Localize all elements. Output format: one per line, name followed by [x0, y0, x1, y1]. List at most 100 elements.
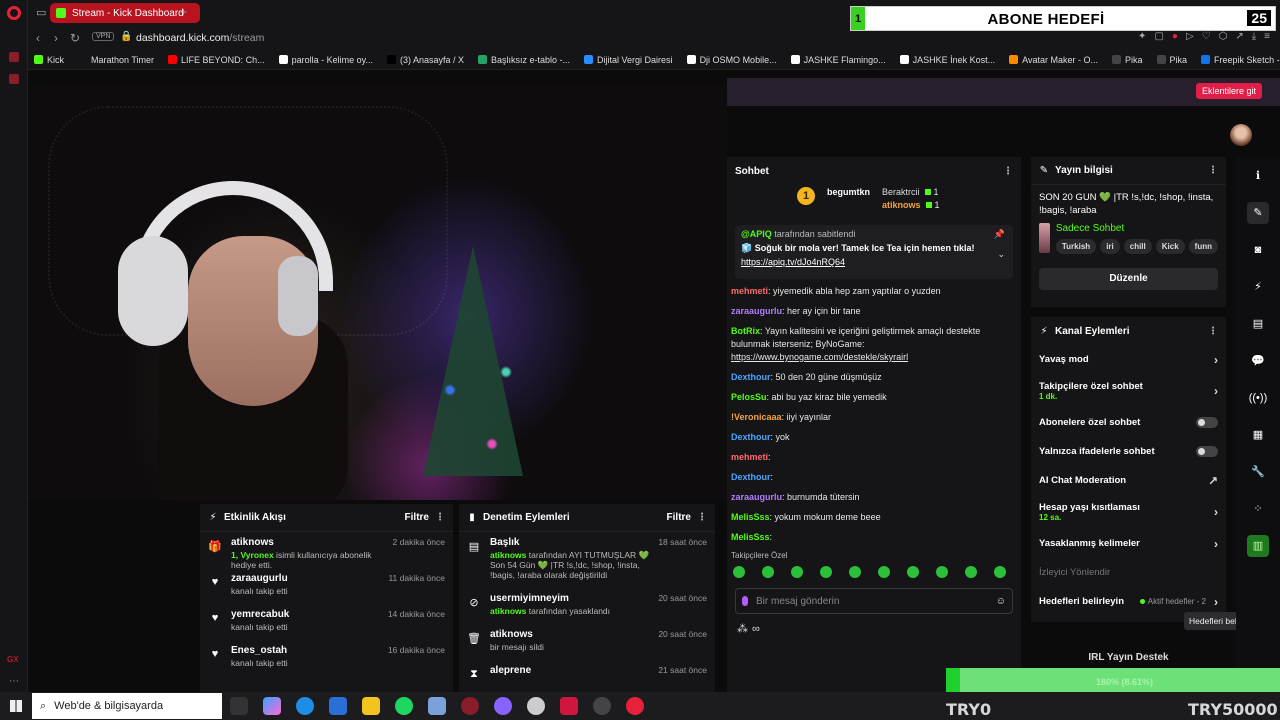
copilot-icon[interactable] [263, 697, 281, 715]
tag-chip[interactable]: Turkish [1055, 239, 1097, 254]
app-icon[interactable] [626, 697, 644, 715]
chat-username[interactable]: Dexthour [731, 432, 771, 442]
download-icon[interactable]: ⤓ [1252, 31, 1256, 42]
leader-first-user[interactable]: begumtkn [827, 187, 870, 197]
chat-username[interactable]: MelisSss [731, 532, 770, 542]
bookmark-item[interactable]: Pika [1156, 55, 1187, 65]
kebab-menu-icon[interactable]: ⋮ [697, 512, 707, 523]
leader-third-user[interactable]: atiknows [882, 200, 921, 210]
chat-username[interactable]: BotRix [731, 326, 760, 336]
folder-icon[interactable] [362, 697, 380, 715]
extension-icon[interactable]: ✦ [1138, 31, 1146, 42]
activity-filter-button[interactable]: Filtre [405, 512, 429, 523]
chat-link[interactable]: https://www.bynogame.com/destekle/skyrai… [731, 352, 908, 362]
play-icon[interactable]: ▷ [1186, 31, 1194, 42]
chat-username[interactable]: zaraaugurlu [731, 306, 782, 316]
activity-item-user[interactable]: atiknows [231, 537, 393, 548]
chevron-down-icon[interactable]: ⌄ [997, 249, 1005, 260]
chat-icon[interactable]: 💬 [1247, 350, 1269, 372]
kebab-menu-icon[interactable]: ⋮ [435, 512, 445, 523]
bookmark-item[interactable]: (3) Anasayfa / X [386, 55, 464, 65]
moderation-item-highlight[interactable]: atiknows [490, 550, 526, 560]
chat-input[interactable]: Bir mesaj gönderin ☺ [735, 588, 1013, 614]
lock-icon[interactable]: 🔒 [120, 31, 132, 42]
vpn-badge[interactable]: VPN [92, 32, 115, 41]
bookmark-item[interactable]: Pika [1112, 55, 1143, 65]
bolt-icon[interactable]: ⚡ [1247, 276, 1269, 298]
heart-icon[interactable]: ♡ [1202, 31, 1211, 42]
emote-icon[interactable] [878, 566, 890, 578]
edit-button[interactable]: Düzenle [1039, 268, 1218, 290]
chat-username[interactable]: Dexthour [731, 472, 771, 482]
edge-icon[interactable] [296, 697, 314, 715]
chat-username[interactable]: mehmeti [731, 286, 768, 296]
chat-username[interactable]: mehmeti [731, 452, 768, 462]
bookmark-item[interactable]: JASHKE Flamingo... [790, 55, 886, 65]
emoji-icon[interactable]: ☺ [996, 596, 1006, 607]
account-age-row[interactable]: Hesap yaşı kısıtlaması 12 sa. › [1031, 495, 1226, 529]
mic-icon[interactable] [742, 596, 748, 606]
cube-icon[interactable]: ⬡ [1219, 31, 1228, 42]
more-icon[interactable]: ⋯ [9, 676, 19, 687]
emotes-only-toggle[interactable] [1196, 446, 1218, 457]
tag-chip[interactable]: iri [1100, 239, 1120, 254]
subs-only-toggle[interactable] [1196, 417, 1218, 428]
avatar[interactable] [1230, 124, 1252, 146]
moderation-item-user[interactable]: aleprene [490, 665, 658, 676]
url-field[interactable]: dashboard.kick.com/stream [136, 32, 264, 44]
clapper-icon[interactable]: ▥ [1247, 535, 1269, 557]
back-icon[interactable]: ‹ [36, 31, 40, 45]
store-icon[interactable] [329, 697, 347, 715]
extension-icon[interactable]: ● [1172, 31, 1178, 42]
tag-chip[interactable]: funn [1188, 239, 1218, 254]
app-icon[interactable] [527, 697, 545, 715]
bookmark-item[interactable]: Marathon Timer [78, 55, 154, 65]
opera-logo-icon[interactable] [7, 6, 21, 20]
ai-moderation-row[interactable]: AI Chat Moderation ↗ [1031, 466, 1226, 495]
emote-icon[interactable] [994, 566, 1006, 578]
pinned-by-user[interactable]: @APIQ [741, 229, 772, 239]
pin-icon[interactable]: 📌 [994, 229, 1005, 240]
leader-second-user[interactable]: Beraktrcii [882, 187, 920, 197]
tag-chip[interactable]: chill [1123, 239, 1152, 254]
category-name[interactable]: Sadece Sohbet [1056, 223, 1218, 234]
windows-start-icon[interactable] [10, 700, 22, 712]
pinned-link[interactable]: https://apiq.tv/dJo4nRQ64 [741, 257, 1007, 267]
activity-item-user[interactable]: yemrecabuk [231, 609, 388, 620]
moderation-item-user[interactable]: atiknows [490, 629, 658, 640]
broadcast-icon[interactable]: ((•)) [1247, 387, 1269, 409]
tag-chip[interactable]: Kick [1155, 239, 1185, 254]
spotify-icon[interactable] [395, 697, 413, 715]
extensions-button[interactable]: Eklentilere git [1195, 83, 1262, 99]
app-icon[interactable] [593, 697, 611, 715]
bookmark-item[interactable]: Avatar Maker - O... [1009, 55, 1098, 65]
chat-username[interactable]: zaraaugurlu [731, 492, 782, 502]
tab-list-icon[interactable]: ▭ [36, 6, 46, 19]
banned-words-row[interactable]: Yasaklanmış kelimeler › [1031, 529, 1226, 558]
emote-icon[interactable] [849, 566, 861, 578]
menu-icon[interactable]: ≡ [1264, 31, 1270, 42]
bookmark-item[interactable]: Başlıksız e-tablo -... [478, 55, 570, 65]
moderation-filter-button[interactable]: Filtre [667, 512, 691, 523]
wrench-icon[interactable]: 🔧 [1247, 461, 1269, 483]
bookmark-item[interactable]: LIFE BEYOND: Ch... [168, 55, 265, 65]
chat-username[interactable]: Dexthour [731, 372, 771, 382]
emote-icon[interactable] [791, 566, 803, 578]
app-icon[interactable] [494, 697, 512, 715]
task-view-icon[interactable] [230, 697, 248, 715]
emote-icon[interactable] [907, 566, 919, 578]
chat-username[interactable]: PelosSu [731, 392, 767, 402]
bookmark-item[interactable]: JASHKE İnek Kost... [899, 55, 995, 65]
opera-gx-icon[interactable] [461, 697, 479, 715]
edit-icon[interactable]: ✎ [1247, 202, 1269, 224]
app-icon[interactable] [428, 697, 446, 715]
settings-icon[interactable]: ⁂ [737, 622, 748, 635]
bookmark-item[interactable]: Dji OSMO Mobile... [686, 55, 777, 65]
taskbar-search[interactable]: ⌕ Web'de & bilgisayarda [32, 693, 222, 719]
rail-icon[interactable] [9, 52, 19, 62]
moderation-item-user[interactable]: Başlık [490, 537, 658, 548]
bookmark-item[interactable]: Freepik Sketch - F... [1201, 55, 1280, 65]
notes-icon[interactable]: ▤ [1247, 313, 1269, 335]
nodes-icon[interactable]: ⁘ [1247, 498, 1269, 520]
activity-item-user[interactable]: Enes_ostah [231, 645, 388, 656]
